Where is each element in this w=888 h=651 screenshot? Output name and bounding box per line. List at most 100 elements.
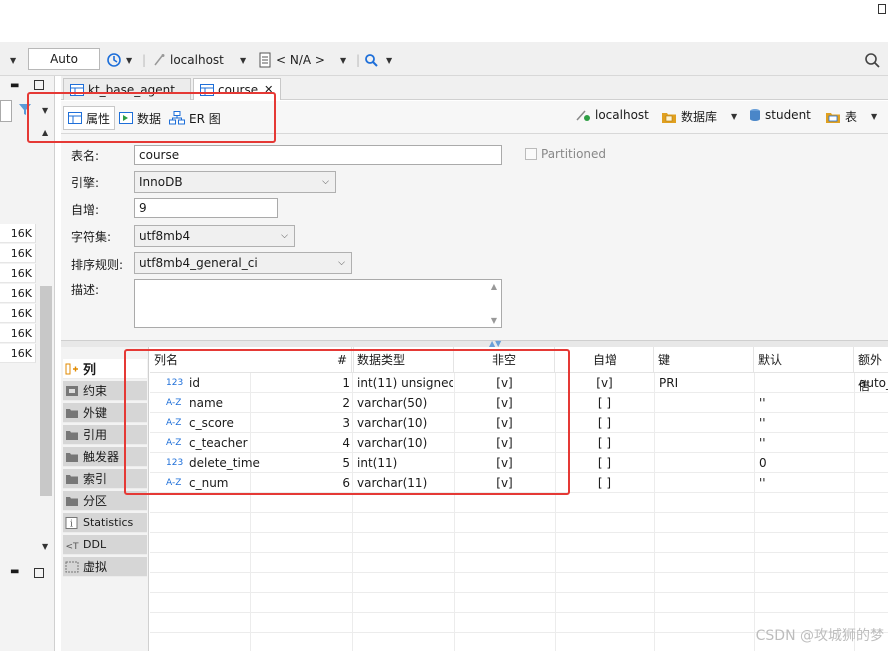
section-label: 列 [83, 363, 97, 378]
maximize-icon[interactable] [34, 568, 44, 578]
empty-row [150, 553, 888, 573]
window-top-strip [0, 0, 888, 42]
section-label: 索引 [83, 472, 108, 486]
size-cell: 16K [0, 224, 36, 243]
auto-increment-label: 自增: [71, 203, 100, 217]
key-cell [659, 393, 754, 413]
breadcrumb-schema[interactable]: student [749, 108, 811, 122]
size-cell: 16K [0, 244, 36, 263]
key-cell: PRI [659, 376, 679, 390]
breadcrumb-host-label: localhost [595, 108, 649, 122]
table-folder-icon [826, 112, 840, 123]
navigator-pane: ▬ ▼ ▲ 16K 16K 16K 16K 16K 16K 16K ▼ ▬ [0, 76, 55, 651]
section-label: 约束 [83, 384, 108, 398]
chevron-down-icon[interactable]: ▼ [126, 50, 132, 70]
panel-splitter[interactable]: ▲▼ [61, 339, 888, 348]
size-cell: 16K [0, 264, 36, 283]
scroll-down-icon[interactable]: ▼ [491, 316, 497, 325]
header-extra[interactable]: 额外信 [854, 347, 888, 393]
collation-select[interactable]: utf8mb4_general_ci ⌵ [134, 252, 352, 274]
chevron-down-icon: ⌵ [281, 231, 288, 241]
filter-input[interactable] [0, 100, 12, 122]
section-label: 外键 [83, 406, 108, 420]
breadcrumb-database[interactable]: 数据库 ▼ [661, 108, 737, 125]
default-cell: '' [759, 436, 766, 450]
table-name-label: 表名: [71, 149, 100, 163]
maximize-icon[interactable] [34, 80, 44, 90]
virtual-icon [65, 561, 79, 572]
chevron-down-icon[interactable]: ▼ [386, 50, 392, 70]
database-folder-icon [662, 112, 676, 123]
chevron-down-icon[interactable]: ▼ [240, 50, 246, 70]
restore-icon[interactable] [878, 4, 886, 14]
vertical-scrollbar[interactable] [40, 286, 52, 496]
connection-icon [576, 110, 590, 121]
breadcrumb-host[interactable]: localhost [575, 108, 649, 122]
section-virtual[interactable]: 虚拟 [63, 557, 147, 577]
collation-label: 排序规则: [71, 258, 124, 272]
size-cell: 16K [0, 344, 36, 363]
comment-textarea[interactable]: ▲ ▼ [134, 279, 502, 328]
engine-value: InnoDB [139, 175, 183, 189]
chevron-down-icon[interactable]: ▼ [871, 112, 877, 121]
charset-label: 字符集: [71, 230, 112, 244]
highlight-box-columns [124, 349, 570, 495]
extra-cell [859, 393, 888, 413]
main-toolbar: ▼ Auto ▼ | localhost ▼ < N/A > ▼ | ▼ [0, 42, 888, 76]
auto-increment-input[interactable]: 9 [134, 198, 278, 218]
empty-row [150, 593, 888, 613]
watermark: CSDN @攻城狮的梦 [755, 628, 884, 644]
folder-icon [66, 452, 78, 462]
default-cell: '' [759, 396, 766, 410]
partitioned-checkbox[interactable] [525, 148, 537, 160]
extra-cell [859, 413, 888, 433]
empty-row [150, 493, 888, 513]
empty-row [150, 573, 888, 593]
charset-value: utf8mb4 [139, 229, 191, 243]
scroll-up-icon[interactable]: ▲ [491, 282, 497, 291]
chevron-down-icon[interactable]: ▼ [340, 50, 346, 70]
folder-icon [66, 496, 78, 506]
search-icon[interactable] [364, 50, 378, 70]
size-cell: 16K [0, 304, 36, 323]
engine-select[interactable]: InnoDB ⌵ [134, 171, 336, 193]
section-label: 分区 [83, 494, 108, 508]
partitioned-label: Partitioned [541, 147, 607, 161]
extra-cell: auto_ [859, 376, 888, 390]
plug-icon [154, 54, 165, 66]
history-icon[interactable] [106, 50, 122, 70]
header-default[interactable]: 默认 [754, 347, 854, 373]
section-label: Statistics [83, 516, 134, 529]
section-label: 触发器 [83, 450, 120, 464]
schema-label: < N/A > [276, 53, 325, 67]
datasource-label: localhost [170, 53, 224, 67]
columns-icon [65, 363, 78, 374]
minimize-icon[interactable]: ▬ [10, 566, 19, 577]
chevron-down-icon[interactable]: ▼ [731, 112, 737, 121]
separator: | [356, 53, 361, 67]
section-label: DDL [83, 538, 107, 551]
schema-selector[interactable]: < N/A > [258, 50, 325, 70]
default-cell [759, 373, 854, 393]
comment-label: 描述: [71, 283, 100, 297]
separator: | [142, 53, 147, 67]
charset-select[interactable]: utf8mb4 ⌵ [134, 225, 295, 247]
highlight-box-subtabs [27, 92, 276, 143]
empty-row [150, 533, 888, 553]
table-name-input[interactable]: course [134, 145, 502, 165]
scroll-down-icon[interactable]: ▼ [42, 542, 48, 551]
global-search-icon[interactable] [864, 50, 880, 70]
database-icon [750, 109, 760, 121]
datasource-selector[interactable]: localhost [152, 50, 224, 70]
breadcrumb-table[interactable]: 表 ▼ [825, 108, 877, 125]
header-key[interactable]: 键 [654, 347, 754, 373]
section-statistics[interactable]: i Statistics [63, 513, 147, 533]
svg-text:i: i [70, 519, 73, 529]
transaction-mode-select[interactable]: Auto [28, 48, 100, 70]
section-ddl[interactable]: <T DDL [63, 535, 147, 555]
chevron-down-icon[interactable]: ▼ [10, 50, 16, 70]
minimize-icon[interactable]: ▬ [10, 80, 19, 91]
size-cell: 16K [0, 284, 36, 303]
folder-icon [66, 474, 78, 484]
key-cell [659, 453, 754, 473]
